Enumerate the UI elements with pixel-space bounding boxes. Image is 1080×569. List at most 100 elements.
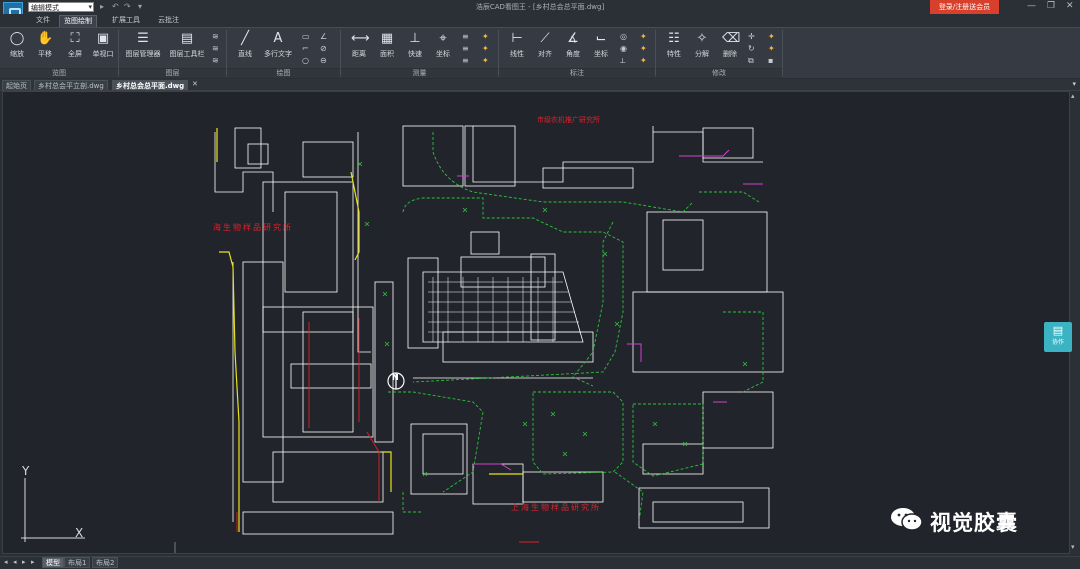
- polyline-icon[interactable]: ⌐: [302, 44, 309, 53]
- viewport-icon: ▣: [96, 31, 110, 46]
- measure-extra-icon-2[interactable]: ≡: [462, 44, 469, 53]
- tab-model[interactable]: 模型: [42, 557, 64, 568]
- tab-layout1[interactable]: 布局1: [64, 557, 91, 568]
- area-icon: ▦: [380, 31, 394, 46]
- window-title: 浩辰CAD看图王 - [乡村总会总平面.dwg]: [475, 3, 605, 11]
- annotate-extra-icon-2[interactable]: ◉: [620, 44, 627, 53]
- tab-layout2[interactable]: 布局2: [92, 557, 119, 568]
- menu-file[interactable]: 文件: [32, 15, 54, 26]
- nav-prev-icon[interactable]: ◂: [13, 558, 17, 566]
- modify-settings-icon[interactable]: ✦: [768, 32, 775, 41]
- annotate-extra-icon-3[interactable]: ⟂: [620, 56, 625, 66]
- ruler-icon: ⟷: [351, 31, 370, 46]
- cad-drawing: [21, 125, 784, 553]
- line-icon: ╱: [241, 31, 249, 46]
- nav-last-icon[interactable]: ▸: [31, 558, 35, 566]
- single-viewport-button[interactable]: ▣ 单视口: [86, 31, 120, 65]
- hand-icon: ✋: [37, 31, 54, 46]
- annotate-settings-icon-2[interactable]: ✦: [640, 44, 647, 53]
- layers-icon: ☰: [137, 31, 149, 46]
- coordinate-button[interactable]: ⌖ 坐标: [426, 31, 460, 65]
- layer-toolbar-icon: ▤: [180, 31, 194, 46]
- group-label-measure: 测量: [341, 68, 498, 78]
- circle-options-icon[interactable]: ⊘: [320, 44, 327, 53]
- measure-extra-icon[interactable]: ≡: [462, 32, 469, 41]
- annotate-settings-icon-3[interactable]: ✦: [640, 56, 647, 65]
- drawing-label-2: 海生物样品研究所: [213, 223, 293, 232]
- group-label-modify: 修改: [656, 68, 782, 78]
- properties-icon: ☷: [668, 31, 680, 46]
- modify-settings-icon-3[interactable]: ▪: [768, 56, 773, 65]
- mtext-button[interactable]: A 多行文字: [260, 31, 296, 65]
- ellipse-icon[interactable]: ⊖: [320, 56, 327, 65]
- scroll-up-icon[interactable]: ▴: [1071, 92, 1075, 100]
- quick-measure-icon: ⊥: [409, 31, 421, 46]
- annotate-extra-icon[interactable]: ◎: [620, 32, 627, 41]
- scroll-down-icon[interactable]: ▾: [1071, 543, 1075, 551]
- document-tabs: 起始页 乡村总会平立剖.dwg 乡村总会总平面.dwg: [0, 79, 1080, 91]
- restore-icon[interactable]: ❐: [1047, 1, 1055, 11]
- move-icon[interactable]: ✛: [748, 32, 755, 41]
- layer-toolbar-button[interactable]: ▤ 图层工具栏: [166, 31, 208, 65]
- measure-settings-icon-3[interactable]: ✦: [482, 56, 489, 65]
- collaborate-button[interactable]: ▤ 协作: [1044, 322, 1072, 352]
- arc-icon[interactable]: ∠: [320, 32, 327, 41]
- measure-extra-icon-3[interactable]: ≡: [462, 56, 469, 65]
- minimize-icon[interactable]: —: [1027, 1, 1036, 11]
- coordinate-dim-button[interactable]: ⌙ 坐标: [584, 31, 618, 65]
- magnifier-icon: ◯: [9, 31, 25, 46]
- drawing-canvas[interactable]: 市级农机推广研究所 海生物样品研究所 上海生物样品研究所 N Y X: [2, 91, 1070, 554]
- menu-view-draw[interactable]: 览图绘制: [59, 15, 97, 27]
- linear-dim-icon: ⊢: [511, 31, 523, 46]
- annotate-settings-icon[interactable]: ✦: [640, 32, 647, 41]
- group-label-draw: 绘图: [227, 68, 340, 78]
- wechat-icon: [891, 508, 923, 531]
- modify-settings-icon-2[interactable]: ✦: [768, 44, 775, 53]
- nav-next-icon[interactable]: ▸: [22, 558, 26, 566]
- explode-icon: ✧: [696, 31, 708, 46]
- group-label-layer: 图层: [119, 68, 226, 78]
- measure-settings-icon[interactable]: ✦: [482, 32, 489, 41]
- tabs-dropdown-icon[interactable]: ▾: [1072, 80, 1076, 88]
- coordinate-dim-icon: ⌙: [595, 31, 607, 46]
- group-label-view: 览图: [0, 68, 118, 78]
- pan-button[interactable]: ✋ 平移: [28, 31, 62, 65]
- ucs-y-label: Y: [22, 464, 30, 478]
- nav-first-icon[interactable]: ◂: [4, 558, 8, 566]
- group-label-annotate: 标注: [499, 68, 655, 78]
- tab-start-page[interactable]: 起始页: [2, 80, 31, 90]
- tab-site-plan-dwg[interactable]: 乡村总会总平面.dwg: [112, 80, 189, 90]
- copy-icon[interactable]: ⧉: [748, 56, 754, 66]
- eraser-icon: ⌫: [722, 31, 741, 46]
- close-tab-icon[interactable]: ✕: [192, 80, 198, 88]
- delete-button[interactable]: ⌫ 删除: [713, 31, 747, 65]
- layer-lock-icon[interactable]: ≋: [212, 56, 219, 65]
- measure-settings-icon-2[interactable]: ✦: [482, 44, 489, 53]
- layout-bar: ◂ ◂ ▸ ▸ 模型 布局1 布局2: [0, 556, 1080, 569]
- mtext-icon: A: [273, 31, 283, 46]
- line-button[interactable]: ╱ 直线: [228, 31, 262, 65]
- menu-extend-tools[interactable]: 扩展工具: [108, 15, 144, 26]
- menu-cloud-annotate[interactable]: 云批注: [154, 15, 183, 26]
- tab-elevation-dwg[interactable]: 乡村总会平立剖.dwg: [34, 80, 108, 90]
- rotate-icon[interactable]: ↻: [748, 44, 755, 53]
- angle-icon: ∡: [567, 31, 579, 46]
- aligned-dim-icon: ⟋: [540, 31, 550, 46]
- watermark-text: 视觉胶囊: [930, 511, 1018, 535]
- layer-manager-button[interactable]: ☰ 图层管理器: [122, 31, 164, 65]
- fullscreen-icon: ⛶: [70, 31, 80, 46]
- circle-icon[interactable]: ○: [302, 56, 309, 65]
- rectangle-icon[interactable]: ▭: [302, 32, 310, 41]
- coordinate-icon: ⌖: [439, 31, 447, 46]
- login-register-button[interactable]: 登录/注册送会员: [930, 0, 999, 14]
- title-bar: 编辑模式 ▸ ↶ ↷ ▾ 浩辰CAD看图王 - [乡村总会总平面.dwg] 登录…: [0, 0, 1080, 22]
- layer-state-icon[interactable]: ≋: [212, 32, 219, 41]
- menu-bar: 文件 览图绘制 扩展工具 云批注: [0, 14, 1080, 27]
- close-icon[interactable]: ✕: [1066, 1, 1074, 11]
- drawing-label-1: 市级农机推广研究所: [537, 116, 600, 124]
- chat-icon: ▤: [1052, 324, 1064, 337]
- ribbon: ◯ 缩放 ✋ 平移 ⛶ 全屏 ▣ 单视口 ☰ 图层管理器 ▤ 图层工具栏 ≋ ≋ ≋ ╱ 直线…: [0, 27, 1080, 78]
- separator: [782, 30, 783, 76]
- north-arrow-icon: N: [392, 373, 399, 382]
- layer-freeze-icon[interactable]: ≋: [212, 44, 219, 53]
